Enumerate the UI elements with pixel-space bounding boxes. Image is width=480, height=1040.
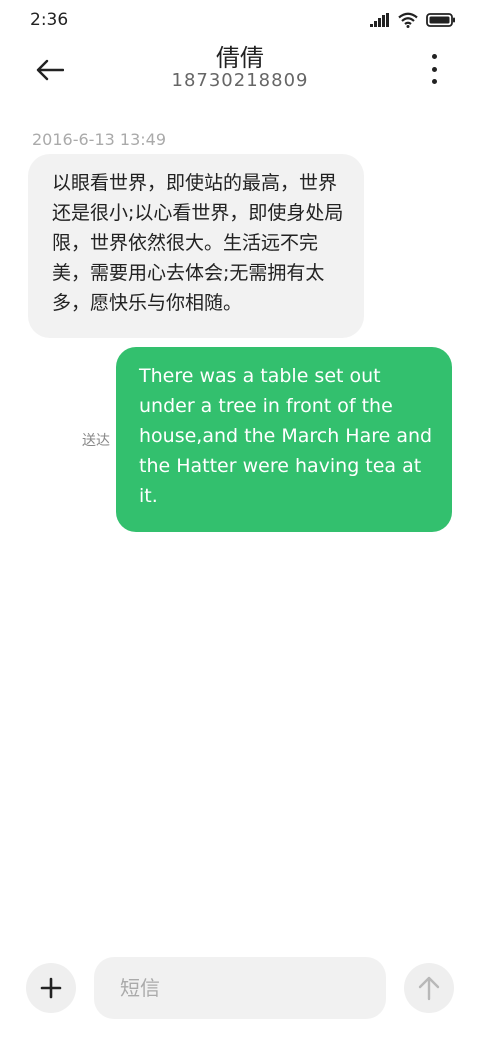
status-icons bbox=[370, 12, 456, 28]
status-bar: 2:36 bbox=[0, 0, 480, 40]
wifi-icon bbox=[398, 12, 418, 28]
message-input[interactable] bbox=[94, 957, 386, 1019]
conversation-header: 倩倩 18730218809 bbox=[0, 36, 480, 106]
contact-number: 18730218809 bbox=[171, 70, 309, 91]
message-timestamp: 2016-6-13 13:49 bbox=[32, 130, 166, 149]
delivery-status: 送达 bbox=[82, 433, 110, 449]
battery-icon bbox=[426, 13, 455, 27]
add-attachment-button[interactable] bbox=[26, 963, 76, 1013]
send-button[interactable] bbox=[404, 963, 454, 1013]
more-options-button[interactable] bbox=[424, 54, 444, 84]
sms-conversation-screen: 2:36 倩倩 18730218809 2016-6-13 13:49 以眼看世… bbox=[0, 0, 480, 1040]
more-vertical-icon bbox=[431, 54, 437, 59]
contact-name: 倩倩 bbox=[216, 44, 264, 72]
arrow-up-icon bbox=[418, 976, 440, 1001]
plus-icon bbox=[40, 977, 62, 999]
incoming-message-bubble[interactable]: 以眼看世界，即使站的最高，世界还是很小;以心看世界，即使身处局限，世界依然很大。… bbox=[28, 154, 364, 338]
signal-icon bbox=[370, 13, 389, 27]
outgoing-message-bubble[interactable]: There was a table set out under a tree i… bbox=[116, 347, 452, 532]
status-time: 2:36 bbox=[30, 10, 69, 30]
